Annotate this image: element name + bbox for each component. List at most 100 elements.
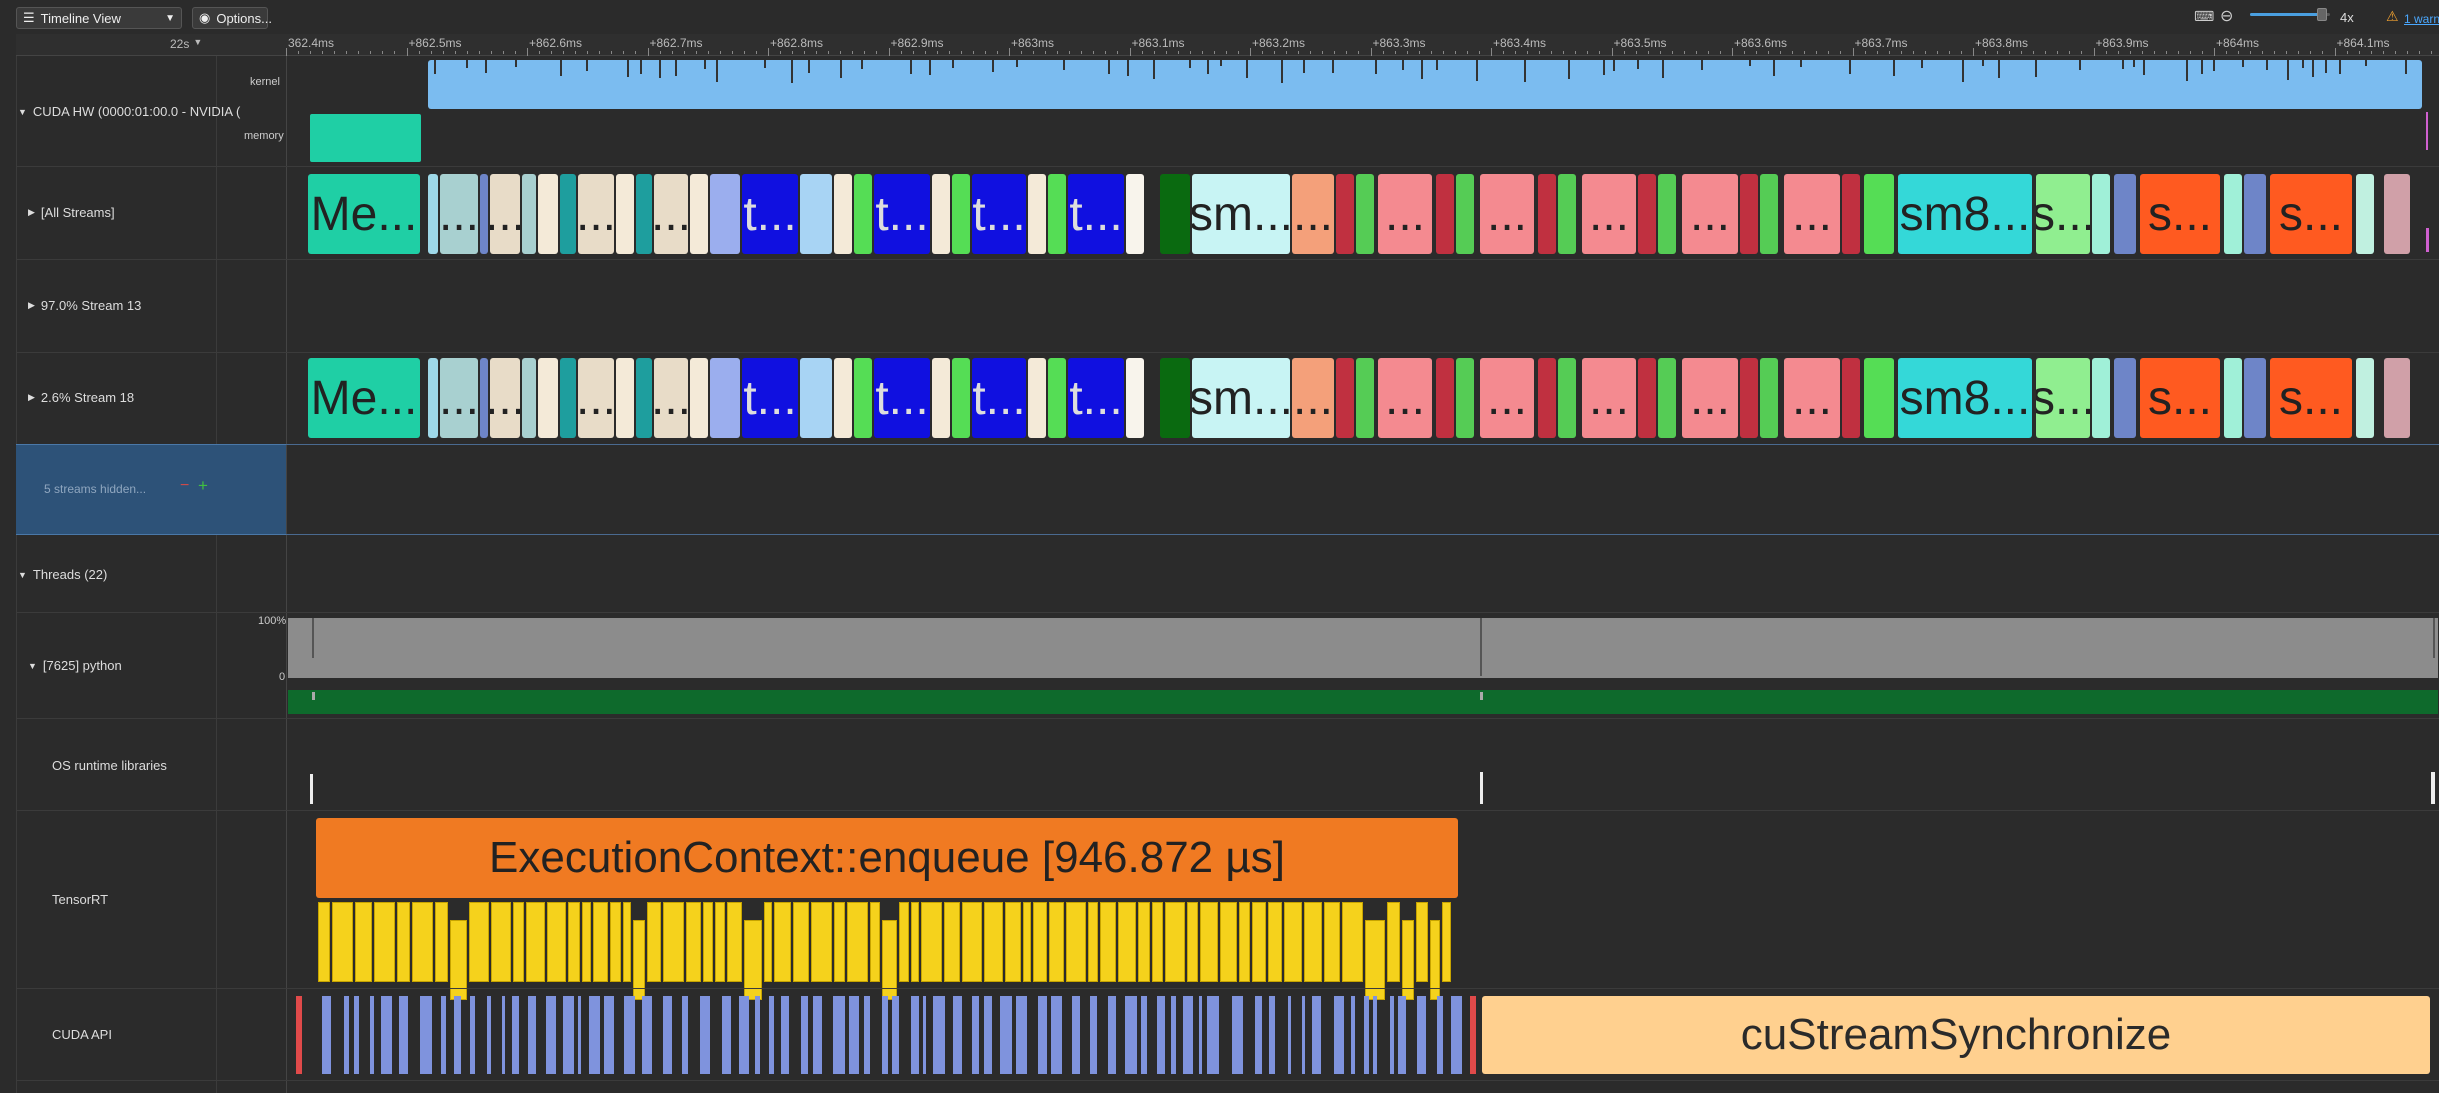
cuda-api-call[interactable]: [624, 996, 635, 1074]
cuda-api-call[interactable]: [923, 996, 926, 1074]
kernel-sliver[interactable]: [1436, 358, 1454, 438]
kernel-block[interactable]: ...: [578, 174, 614, 254]
cuda-api-call[interactable]: [882, 996, 888, 1074]
kernel-block[interactable]: sm8...: [1898, 174, 2032, 254]
cuda-api-call[interactable]: [933, 996, 945, 1074]
kernel-block[interactable]: t...: [874, 358, 930, 438]
tensorrt-op[interactable]: [1284, 902, 1302, 982]
zoom-out-icon[interactable]: ⊖: [2220, 6, 2233, 26]
kernel-block[interactable]: ...: [1378, 174, 1432, 254]
kernel-block[interactable]: ...: [1292, 358, 1334, 438]
tensorrt-op[interactable]: [715, 902, 725, 982]
kernel-block[interactable]: ...: [490, 358, 520, 438]
cuda-api-call[interactable]: [512, 996, 519, 1074]
kernel-sliver[interactable]: [710, 174, 740, 254]
kernel-sliver[interactable]: [1538, 358, 1556, 438]
kernel-sliver[interactable]: [1760, 174, 1778, 254]
kernel-block[interactable]: s...: [2270, 358, 2352, 438]
kernel-block[interactable]: Me...: [308, 358, 420, 438]
cuda-api-call[interactable]: [700, 996, 710, 1074]
cu-stream-synchronize-range[interactable]: cuStreamSynchronize: [1482, 996, 2430, 1074]
python-thread-row[interactable]: ▼ [7625] python: [28, 658, 122, 673]
cuda-api-call[interactable]: [1051, 996, 1062, 1074]
cuda-api-call[interactable]: [911, 996, 919, 1074]
tensorrt-op[interactable]: [1187, 902, 1198, 982]
cuda-api-call[interactable]: [1417, 996, 1426, 1074]
tensorrt-op[interactable]: [962, 902, 982, 982]
cuda-api-call[interactable]: [1451, 996, 1462, 1074]
tensorrt-op[interactable]: [944, 902, 960, 982]
stream-18-row[interactable]: ▶ 2.6% Stream 18: [28, 390, 134, 405]
cuda-api-call[interactable]: [1255, 996, 1262, 1074]
kernel-sliver[interactable]: [2356, 358, 2374, 438]
cuda-api-call[interactable]: [813, 996, 822, 1074]
cuda-hw-row[interactable]: ▼ CUDA HW (0000:01:00.0 - NVIDIA (: [18, 104, 240, 119]
tensorrt-op[interactable]: [663, 902, 684, 982]
kernel-sliver[interactable]: [1842, 358, 1860, 438]
tensorrt-op[interactable]: [610, 902, 621, 982]
cuda-api-launch-marker[interactable]: [296, 996, 302, 1074]
kernel-sliver[interactable]: [636, 174, 652, 254]
kernel-sliver[interactable]: [1436, 174, 1454, 254]
kernel-sliver[interactable]: [690, 358, 708, 438]
kernel-sliver[interactable]: [854, 174, 872, 254]
os-runtime-call[interactable]: [2431, 772, 2435, 804]
tensorrt-op[interactable]: [1342, 902, 1363, 982]
kernel-block[interactable]: t...: [874, 174, 930, 254]
cuda-api-call[interactable]: [1038, 996, 1047, 1074]
stream-13-row[interactable]: ▶ 97.0% Stream 13: [28, 298, 141, 313]
tensorrt-op[interactable]: [703, 902, 713, 982]
kernel-sliver[interactable]: [1538, 174, 1556, 254]
tensorrt-op[interactable]: [374, 902, 395, 982]
kernel-sliver[interactable]: [1126, 174, 1144, 254]
kernel-sliver[interactable]: [1638, 358, 1656, 438]
keyboard-icon[interactable]: ⌨: [2194, 8, 2214, 25]
cuda-api-call[interactable]: [864, 996, 870, 1074]
kernel-sliver[interactable]: [1740, 174, 1758, 254]
cuda-api-call[interactable]: [953, 996, 962, 1074]
kernel-sliver[interactable]: [834, 174, 852, 254]
cuda-api-call[interactable]: [381, 996, 392, 1074]
cuda-api-call[interactable]: [663, 996, 672, 1074]
cuda-api-call[interactable]: [1171, 996, 1176, 1074]
tensorrt-op[interactable]: [491, 902, 511, 982]
kernel-block[interactable]: ...: [1480, 358, 1534, 438]
cuda-api-call[interactable]: [563, 996, 574, 1074]
kernel-block[interactable]: Me...: [308, 174, 420, 254]
kernel-sliver[interactable]: [2356, 174, 2374, 254]
tensorrt-op[interactable]: [1118, 902, 1136, 982]
kernel-sliver[interactable]: [800, 358, 832, 438]
kernel-block[interactable]: ...: [1292, 174, 1334, 254]
kernel-sliver[interactable]: [616, 358, 634, 438]
cuda-api-call[interactable]: [722, 996, 731, 1074]
kernel-block[interactable]: s...: [2140, 358, 2220, 438]
tensorrt-op[interactable]: [568, 902, 580, 982]
cuda-api-call[interactable]: [1072, 996, 1080, 1074]
cuda-api-call[interactable]: [1364, 996, 1369, 1074]
cuda-api-call[interactable]: [1312, 996, 1321, 1074]
tensorrt-op[interactable]: [593, 902, 608, 982]
tensorrt-op[interactable]: [793, 902, 809, 982]
kernel-block[interactable]: ...: [1582, 358, 1636, 438]
kernel-sliver[interactable]: [480, 174, 488, 254]
kernel-sliver[interactable]: [2224, 358, 2242, 438]
os-runtime-call[interactable]: [1480, 772, 1483, 804]
tensorrt-op[interactable]: [686, 902, 701, 982]
kernel-sliver[interactable]: [1558, 174, 1576, 254]
tensorrt-op[interactable]: [1416, 902, 1428, 982]
tensorrt-op[interactable]: [526, 902, 545, 982]
tensorrt-op[interactable]: [1005, 902, 1021, 982]
kernel-block[interactable]: ...: [440, 174, 478, 254]
tensorrt-op[interactable]: [1138, 902, 1150, 982]
kernel-block[interactable]: t...: [1068, 358, 1124, 438]
kernel-sliver[interactable]: [1638, 174, 1656, 254]
tensorrt-op[interactable]: [318, 902, 330, 982]
tensorrt-op[interactable]: [1033, 902, 1047, 982]
kernel-sliver[interactable]: [1658, 358, 1676, 438]
kernel-block[interactable]: ...: [654, 358, 688, 438]
tensorrt-op[interactable]: [1023, 902, 1031, 982]
kernel-block[interactable]: t...: [742, 174, 798, 254]
kernel-sliver[interactable]: [1160, 174, 1190, 254]
kernel-block[interactable]: sm8...: [1898, 358, 2032, 438]
kernel-block[interactable]: ...: [490, 174, 520, 254]
